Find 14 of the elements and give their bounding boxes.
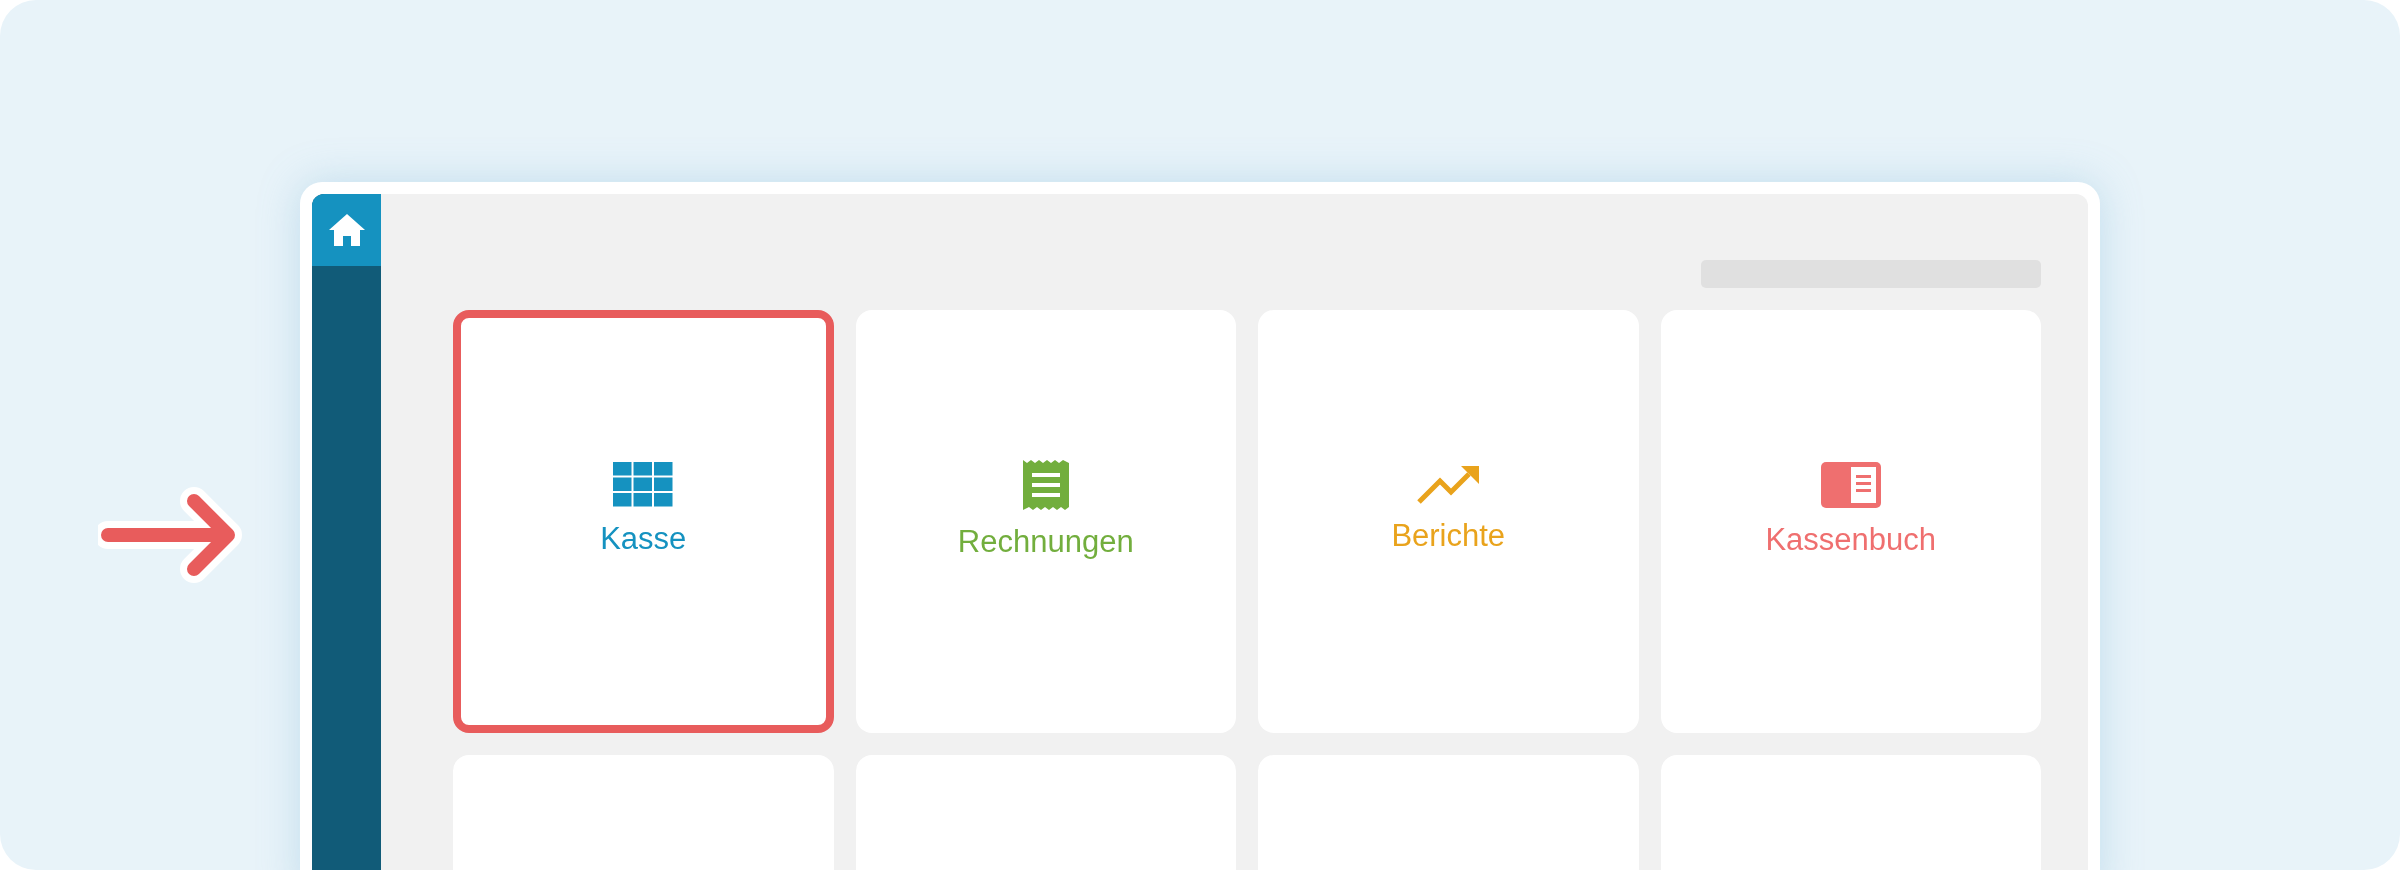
app-tile[interactable]: Berichte (1258, 310, 1639, 733)
grid-icon (613, 462, 674, 507)
trend-arrow-icon (1417, 465, 1480, 504)
tile-label: Berichte (1391, 517, 1506, 554)
receipt-icon (1022, 459, 1069, 510)
book-icon (1820, 461, 1881, 508)
app-tile[interactable]: Kasse (453, 310, 834, 733)
app-tile[interactable]: Kassenbuch (1660, 310, 2041, 733)
app-tile[interactable]: Rechnungen (855, 310, 1236, 733)
home-button[interactable] (312, 194, 381, 266)
tile-label: Kasse (600, 521, 687, 557)
tile-label: Kassenbuch (1765, 521, 1937, 558)
home-icon (328, 214, 365, 246)
tile-label: Rechnungen (957, 523, 1134, 560)
